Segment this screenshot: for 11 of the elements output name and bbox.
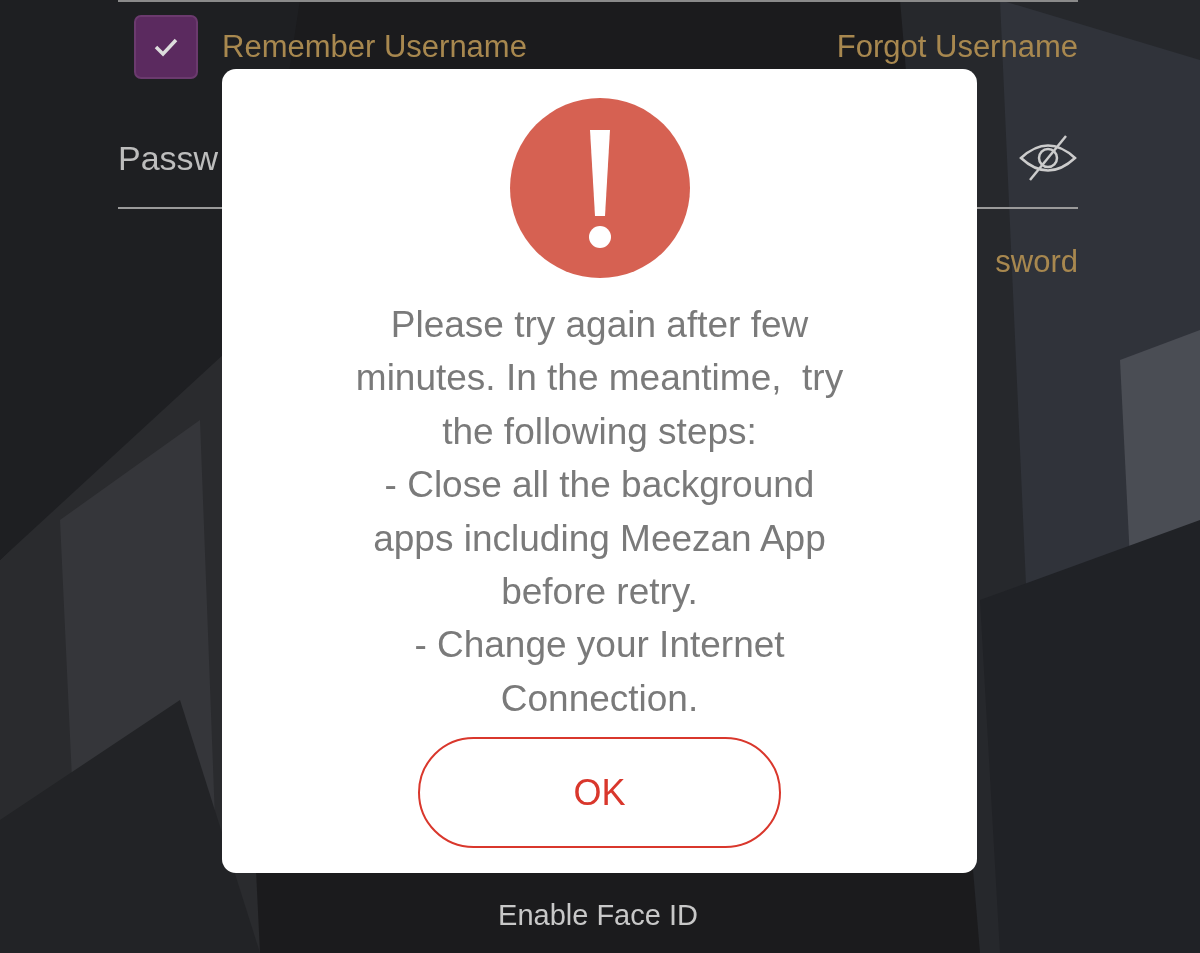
forgot-password-link[interactable]: sword (995, 239, 1078, 286)
remember-username-label: Remember Username (222, 27, 527, 66)
checkbox[interactable] (134, 15, 198, 79)
forgot-username-link[interactable]: Forgot Username (836, 23, 1078, 71)
ok-button[interactable]: OK (418, 737, 781, 848)
alert-message: Please try again after few minutes. In the meantime, try the following steps: - Close all the background apps including Meezan App before retry. - Change your Internet Connection. (355, 303, 844, 721)
checkmark-icon (153, 37, 179, 57)
password-field[interactable]: Passw (118, 132, 221, 184)
exclamation-icon (509, 98, 690, 278)
enable-face-id-link[interactable]: Enable Face ID (498, 893, 698, 937)
eye-slash-icon (1018, 133, 1078, 183)
